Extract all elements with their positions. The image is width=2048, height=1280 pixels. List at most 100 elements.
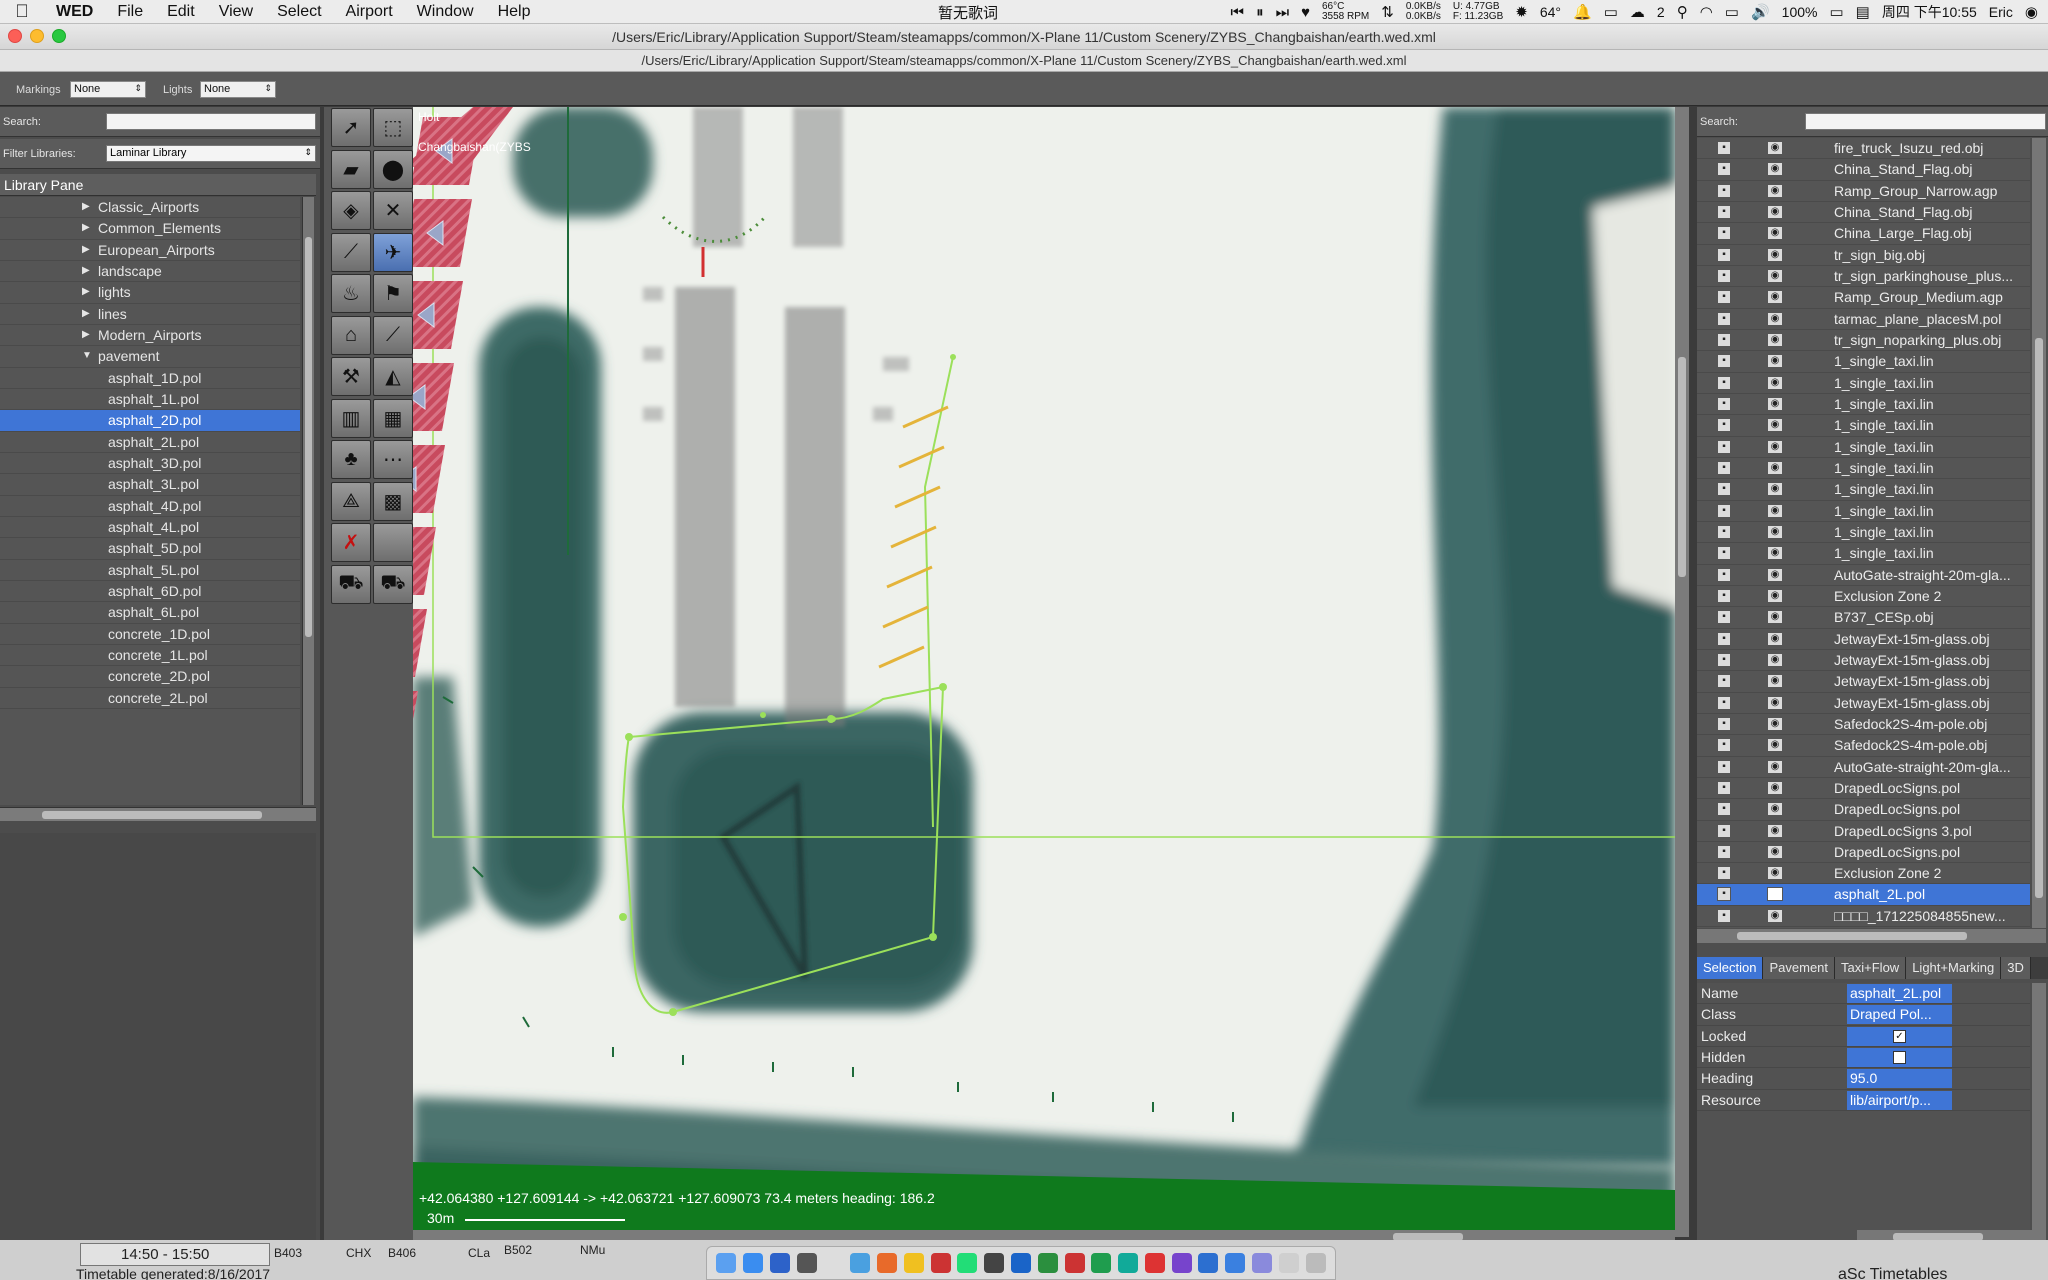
battery-icon[interactable]: ▭ — [1829, 3, 1843, 21]
property-heading-value[interactable]: 95.0 — [1847, 1069, 1952, 1089]
windsock-tool-icon[interactable]: ⚑ — [373, 274, 413, 313]
dock-app-icon[interactable] — [823, 1253, 844, 1273]
dock-app-icon[interactable] — [1064, 1253, 1085, 1273]
visibility-toggle-icon[interactable]: ◉ — [1767, 332, 1783, 347]
library-folder[interactable]: ▶ landscape — [0, 261, 300, 283]
object-row[interactable]: ▪ ◉ tr_sign_noparking_plus.obj — [1697, 330, 2030, 352]
library-item[interactable]: asphalt_2L.pol — [0, 432, 300, 453]
library-folder[interactable]: ▼ pavement — [0, 346, 300, 368]
visibility-toggle-icon[interactable]: ◉ — [1767, 610, 1783, 625]
library-item[interactable]: concrete_2D.pol — [0, 666, 300, 688]
wechat-icon[interactable]: ☁ — [1630, 3, 1645, 21]
visibility-toggle-icon[interactable]: ◉ — [1767, 162, 1783, 177]
lock-toggle-icon[interactable]: ▪ — [1717, 588, 1731, 603]
visibility-toggle-icon[interactable]: ◉ — [1767, 802, 1783, 817]
library-folder[interactable]: ▶ lines — [0, 304, 300, 325]
map-canvas[interactable] — [413, 107, 1675, 1237]
lock-toggle-icon[interactable]: ▪ — [1717, 738, 1731, 753]
visibility-toggle-icon[interactable]: ◉ — [1767, 290, 1783, 305]
dock-app-icon[interactable] — [1010, 1253, 1031, 1273]
filter-libraries-select[interactable]: Laminar Library ⇕ — [106, 145, 316, 162]
lock-toggle-icon[interactable]: ▪ — [1717, 908, 1731, 923]
network-monitor[interactable]: 0.0KB/s 0.0KB/s — [1406, 2, 1441, 22]
visibility-toggle-icon[interactable]: ◉ — [1767, 716, 1783, 731]
scroll-thumb[interactable] — [305, 237, 312, 637]
object-row[interactable]: ▪ ◉ 1_single_taxi.lin — [1697, 394, 2030, 416]
dock-app-icon[interactable] — [903, 1253, 924, 1273]
lock-toggle-icon[interactable]: ▪ — [1717, 524, 1731, 539]
menu-edit[interactable]: Edit — [155, 3, 207, 21]
menu-view[interactable]: View — [207, 3, 265, 21]
lock-toggle-icon[interactable]: ▪ — [1717, 162, 1731, 177]
now-playing-text[interactable]: 暂无歌词 — [938, 2, 998, 23]
facade-tool-icon[interactable]: ▦ — [373, 398, 413, 438]
object-row[interactable]: ▪ ◉ DrapedLocSigns.pol — [1697, 842, 2030, 864]
user-name[interactable]: Eric — [1989, 4, 2013, 20]
line-marking-tool-icon[interactable]: ⟋ — [373, 315, 413, 355]
taxiway-tool-icon[interactable]: ✕ — [373, 191, 413, 230]
object-row[interactable]: ▪ ◉ fire_truck_Isuzu_red.obj — [1697, 138, 2030, 160]
lock-toggle-icon[interactable]: ▪ — [1717, 844, 1731, 859]
dock-app-icon[interactable] — [1252, 1253, 1273, 1273]
property-hidden-checkbox[interactable] — [1847, 1047, 1952, 1067]
disclosure-open-icon[interactable]: ▼ — [82, 350, 92, 361]
dock-app-icon[interactable] — [850, 1253, 871, 1273]
object-list-vertical-scrollbar[interactable] — [2032, 138, 2046, 928]
wifi-icon[interactable]: ◠ — [1700, 3, 1713, 21]
airplay-icon[interactable]: ▭ — [1725, 3, 1739, 21]
lock-toggle-icon[interactable]: ▪ — [1717, 332, 1731, 347]
lock-toggle-icon[interactable]: ▪ — [1717, 439, 1731, 454]
dock-app-icon[interactable] — [1198, 1253, 1219, 1273]
visibility-toggle-icon[interactable]: ◉ — [1767, 780, 1783, 795]
dock-app-icon[interactable] — [1091, 1253, 1112, 1273]
visibility-toggle-icon[interactable]: ◉ — [1767, 695, 1783, 710]
scroll-thumb[interactable] — [42, 811, 262, 819]
library-vertical-scrollbar[interactable] — [302, 197, 314, 805]
tab-pavement[interactable]: Pavement — [1763, 957, 1836, 979]
tab-taxi-flow[interactable]: Taxi+Flow — [1835, 957, 1907, 979]
object-row[interactable]: ▪ ◉ 1_single_taxi.lin — [1697, 479, 2030, 501]
library-item[interactable]: asphalt_6D.pol — [0, 581, 300, 603]
object-row[interactable]: ▪ ◉ AutoGate-straight-20m-gla... — [1697, 565, 2030, 586]
weather-icon[interactable]: ✹ — [1515, 3, 1528, 21]
taxi-route-tool-icon[interactable]: ⟋ — [331, 232, 371, 272]
menu-file[interactable]: File — [105, 3, 155, 21]
markings-select[interactable]: None ⇕ — [70, 81, 146, 98]
boundary-tool-icon[interactable]: ⌂ — [331, 315, 371, 355]
visibility-toggle-icon[interactable]: ◉ — [1767, 844, 1783, 859]
disclosure-closed-icon[interactable]: ▶ — [82, 286, 90, 297]
next-track-icon[interactable]: ⏭ — [1276, 4, 1290, 21]
map-vertical-scrollbar[interactable] — [1675, 107, 1689, 1237]
object-search-input[interactable] — [1805, 113, 2046, 130]
lock-toggle-icon[interactable]: ▪ — [1717, 375, 1731, 390]
map-view[interactable] — [413, 107, 1675, 1237]
light-tool-icon[interactable]: ♨ — [331, 274, 371, 313]
dock-app-icon[interactable] — [769, 1253, 790, 1273]
visibility-toggle-icon[interactable]: ◉ — [1767, 738, 1783, 753]
object-row[interactable]: ▪ ◉ 1_single_taxi.lin — [1697, 522, 2030, 544]
library-horizontal-scrollbar[interactable] — [0, 807, 316, 821]
lock-toggle-icon[interactable]: ▪ — [1717, 204, 1731, 219]
property-name-value[interactable]: asphalt_2L.pol — [1847, 984, 1952, 1003]
lock-toggle-icon[interactable]: ▪ — [1717, 631, 1731, 646]
visibility-toggle-icon[interactable]: ◉ — [1767, 503, 1783, 518]
property-vertical-scrollbar[interactable] — [2032, 983, 2046, 1243]
dock-app-icon[interactable] — [930, 1253, 951, 1273]
lock-toggle-icon[interactable]: ▪ — [1717, 610, 1731, 625]
object-row[interactable]: ▪ ◉ China_Stand_Flag.obj — [1697, 202, 2030, 224]
visibility-toggle-icon[interactable]: ◉ — [1767, 866, 1783, 881]
visibility-toggle-icon[interactable]: ◉ — [1767, 439, 1783, 454]
display-icon[interactable]: ▭ — [1604, 3, 1618, 21]
library-item[interactable]: asphalt_1L.pol — [0, 389, 300, 411]
visibility-toggle-icon[interactable]: ◉ — [1767, 908, 1783, 923]
object-row[interactable]: ▪ ◉ Ramp_Group_Medium.agp — [1697, 287, 2030, 309]
library-item[interactable]: asphalt_6L.pol — [0, 602, 300, 624]
object-row[interactable]: ▪ ◉ 1_single_taxi.lin — [1697, 458, 2030, 480]
object-row[interactable]: ▪ ◉ Exclusion Zone 2 — [1697, 586, 2030, 608]
tab-light-marking[interactable]: Light+Marking — [1906, 957, 2002, 979]
scroll-thumb[interactable] — [1737, 932, 1967, 940]
visibility-toggle-icon[interactable]: ◉ — [1767, 652, 1783, 667]
object-row[interactable]: ▪ ◉ JetwayExt-15m-glass.obj — [1697, 671, 2030, 693]
library-item[interactable]: asphalt_2D.pol — [0, 410, 300, 432]
visibility-toggle-icon[interactable]: ◉ — [1767, 823, 1783, 838]
